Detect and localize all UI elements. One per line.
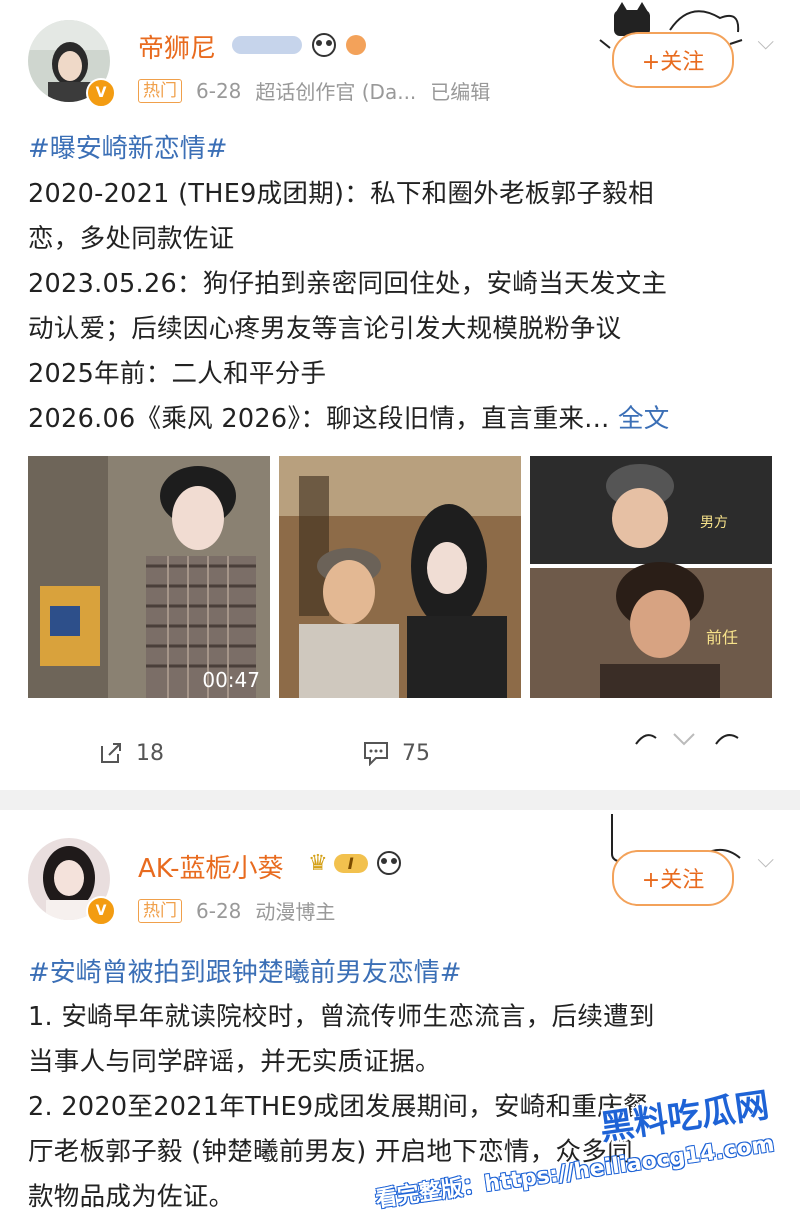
hot-badge: 热门 <box>138 898 182 923</box>
user-badges: ♛ I <box>308 850 404 876</box>
video-image <box>28 456 270 698</box>
post-text-line: 2026.06《乘风 2026》：聊这段旧情，直言重来... 全文 <box>28 398 670 435</box>
post-text-line: 款物品成为佐证。 <box>28 1182 235 1212</box>
follow-label: +关注 <box>641 868 705 893</box>
video-duration: 00:47 <box>202 668 260 692</box>
post-text-line: 2025年前：二人和平分手 <box>28 359 327 389</box>
chevron-down-icon[interactable]: ⌵ <box>757 848 774 873</box>
repost-count: 18 <box>136 740 164 766</box>
like-doodle-icon[interactable] <box>628 720 758 756</box>
post-card: V 帝狮尼 热门 6-28 超话创作官 (Da... 已编辑 +关注 ⌵ #曝安… <box>0 0 800 790</box>
level-badge: I <box>333 853 368 873</box>
verified-badge-icon: V <box>86 896 116 926</box>
avatar[interactable]: V <box>28 20 118 110</box>
full-text-link[interactable]: 全文 <box>618 404 670 434</box>
user-badges-icon <box>232 33 366 57</box>
image-label: 男方 <box>700 515 728 531</box>
post-text-line: 1. 安崎早年就读院校时，曾流传师生恋流言，后续遭到 <box>28 1002 655 1032</box>
panda-icon <box>376 851 401 875</box>
post-image[interactable] <box>279 456 521 698</box>
username[interactable]: AK-蓝栀小葵 <box>138 848 284 885</box>
follow-button[interactable]: +关注 <box>612 32 734 88</box>
image-label: 前任 <box>706 628 739 647</box>
photo-image <box>279 456 521 698</box>
topic-hashtag[interactable]: #安崎曾被拍到跟钟楚曦前男友恋情# <box>28 952 462 989</box>
post-meta: 热门 6-28 动漫博主 <box>138 896 335 925</box>
verified-badge-icon: V <box>86 78 116 108</box>
repost-icon <box>101 743 121 763</box>
follow-label: +关注 <box>641 50 705 75</box>
crown-icon: ♛ <box>308 850 328 876</box>
username[interactable]: 帝狮尼 <box>138 28 216 65</box>
topic-hashtag[interactable]: #曝安崎新恋情# <box>28 128 228 165</box>
comment-icon <box>364 742 388 766</box>
post-date: 6-28 <box>196 898 242 923</box>
post-video-thumbnail[interactable]: 00:47 <box>28 456 270 698</box>
post-separator <box>0 790 800 810</box>
photo-collage-image <box>530 456 772 698</box>
post-text-fragment: 2026.06《乘风 2026》：聊这段旧情，直言重来... <box>28 404 610 434</box>
chevron-down-icon[interactable]: ⌵ <box>757 30 774 55</box>
post-text-line: 动认爱；后续因心疼男友等言论引发大规模脱粉争议 <box>28 314 622 344</box>
post-image[interactable]: 男方 前任 <box>530 456 772 698</box>
avatar[interactable]: V <box>28 838 118 928</box>
author-role: 动漫博主 <box>255 900 336 924</box>
post-text-line: 2023.05.26：狗仔拍到亲密同回住处，安崎当天发文主 <box>28 269 668 299</box>
post-text-line: 当事人与同学辟谣，并无实质证据。 <box>28 1047 441 1077</box>
post-text-line: 2020-2021 (THE9成团期)：私下和圈外老板郭子毅相 <box>28 179 654 209</box>
comment-count: 75 <box>402 740 430 766</box>
hot-badge: 热门 <box>138 78 182 103</box>
author-role: 超话创作官 (Da... <box>255 80 417 104</box>
follow-button[interactable]: +关注 <box>612 850 734 906</box>
comment-button[interactable]: 75 <box>362 740 430 766</box>
post-text-line: 恋，多处同款佐证 <box>28 224 235 254</box>
edited-label: 已编辑 <box>430 80 491 104</box>
post-meta: 热门 6-28 超话创作官 (Da... 已编辑 <box>138 76 490 105</box>
post-date: 6-28 <box>196 78 242 103</box>
repost-button[interactable]: 18 <box>98 740 164 766</box>
